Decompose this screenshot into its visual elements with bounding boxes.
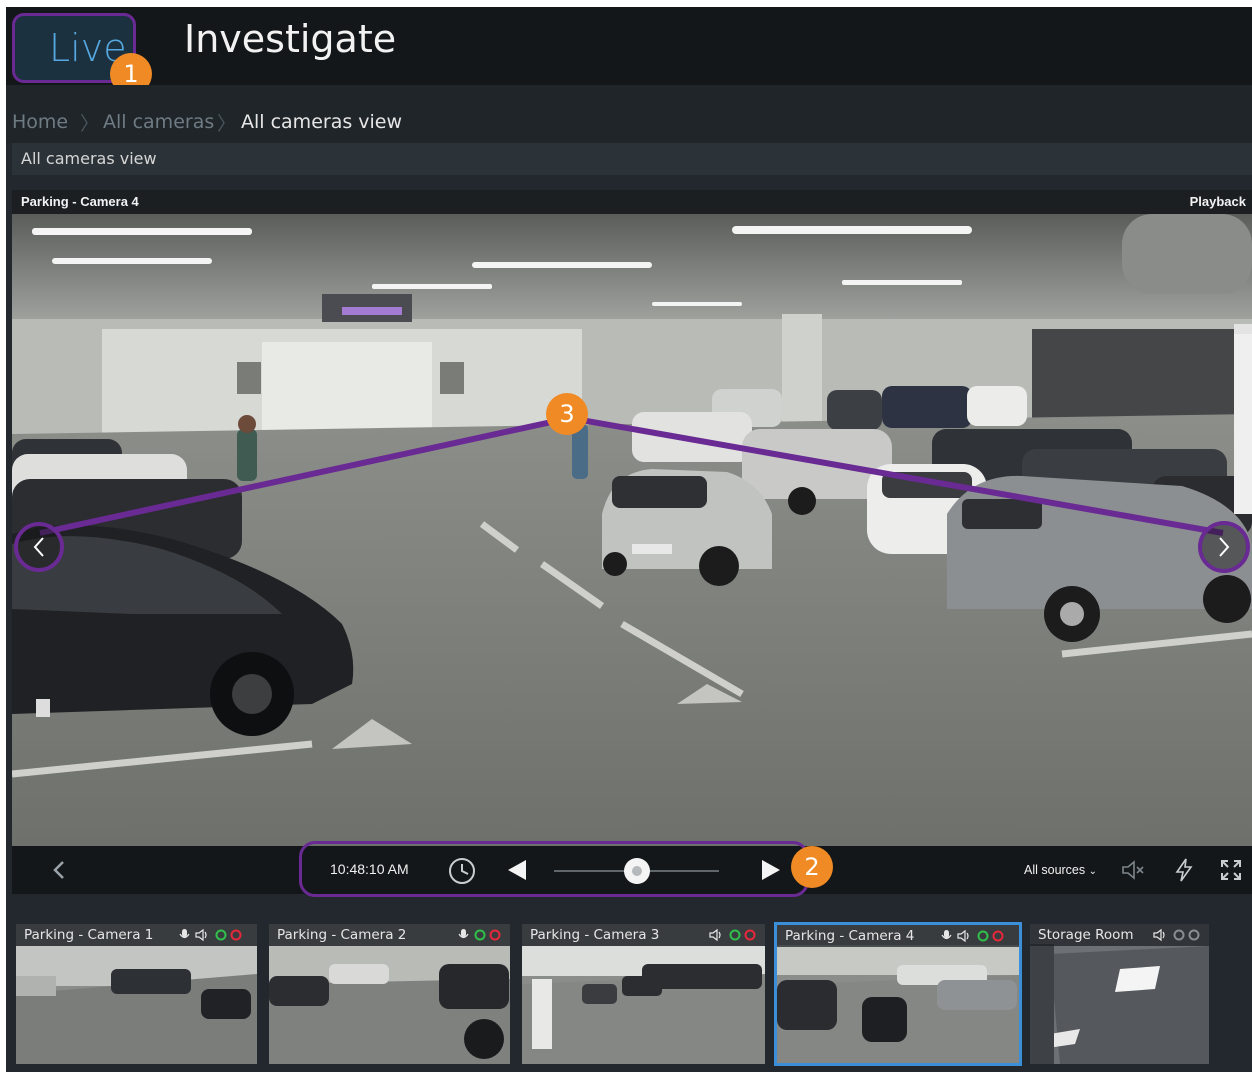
fullscreen-button[interactable] (1219, 858, 1243, 882)
chevron-left-icon (33, 537, 44, 557)
playback-speed-slider[interactable] (554, 858, 719, 884)
camera-thumbnail[interactable]: Parking - Camera 1 (16, 924, 257, 1064)
camera-header: Parking - Camera 4 Playback (12, 190, 1252, 214)
thumbnail-status-icons (179, 928, 242, 942)
breadcrumb-current: All cameras view (241, 111, 403, 133)
top-navigation: Live Investigate 1 (6, 7, 1252, 95)
chevron-right-icon (1219, 537, 1230, 557)
thumbnail-title: Parking - Camera 2 (277, 927, 407, 943)
mute-button[interactable] (1120, 858, 1146, 882)
sources-dropdown[interactable]: All sources ⌄ (1024, 863, 1097, 877)
thumbnail-status-icons (1153, 928, 1200, 942)
breadcrumb: Home 〉 All cameras 〉 All cameras view (6, 85, 1252, 143)
thumbnail-header: Parking - Camera 1 (16, 924, 257, 946)
callout-badge-2: 2 (791, 846, 833, 888)
callout-badge-3: 3 (546, 393, 588, 435)
play-reverse-icon (508, 860, 526, 880)
breadcrumb-home[interactable]: Home (12, 111, 68, 133)
thumbnail-header: Parking - Camera 4 (777, 925, 1019, 947)
previous-camera-button[interactable] (18, 526, 60, 568)
thumbnail-title: Parking - Camera 3 (530, 927, 660, 943)
camera-thumbnail-selected[interactable]: Parking - Camera 4 (774, 922, 1022, 1066)
playback-time: 10:48:10 AM (330, 861, 409, 877)
thumbnail-status-icons (709, 928, 756, 942)
chevron-down-icon: ⌄ (1088, 866, 1098, 877)
trigger-button[interactable] (1172, 857, 1196, 883)
sources-label: All sources (1024, 863, 1086, 877)
play-icon (762, 860, 780, 880)
speaker-muted-icon (1122, 860, 1144, 880)
breadcrumb-all-cameras[interactable]: All cameras (103, 111, 214, 133)
speaker-icon (1153, 928, 1165, 942)
camera-title: Parking - Camera 4 (21, 194, 139, 209)
mic-icon (179, 929, 190, 939)
app-window: Live Investigate 1 Home 〉 All cameras 〉 … (6, 7, 1252, 1072)
next-camera-button[interactable] (1203, 526, 1245, 568)
mic-icon (458, 929, 469, 939)
view-title-bar: All cameras view (12, 143, 1252, 175)
chevron-left-icon (53, 861, 64, 879)
slider-thumb-center (631, 866, 642, 876)
thumbnail-header: Storage Room (1030, 924, 1209, 946)
annotation-overlay (14, 414, 1250, 573)
thumbnail-title: Parking - Camera 1 (24, 927, 154, 943)
breadcrumb-chevron-icon: 〉 (80, 114, 100, 135)
thumbnail-status-icons (458, 929, 501, 941)
play-backward-button[interactable] (504, 857, 530, 883)
playback-control-bar: 10:48:10 AM 2 All sources ⌄ (12, 841, 1252, 897)
camera-thumbnail[interactable]: Storage Room (1030, 924, 1209, 1064)
fullscreen-icon (1221, 860, 1241, 880)
camera-thumbnail[interactable]: Parking - Camera 2 (269, 924, 510, 1064)
camera-thumbnail[interactable]: Parking - Camera 3 (522, 924, 765, 1064)
mic-icon (941, 930, 952, 940)
play-forward-button[interactable] (758, 857, 784, 883)
thumbnail-title: Storage Room (1038, 927, 1134, 943)
speaker-icon (957, 929, 969, 943)
thumbnail-header: Parking - Camera 2 (269, 924, 510, 946)
thumbnail-title: Parking - Camera 4 (785, 928, 915, 944)
time-picker-button[interactable] (447, 856, 477, 886)
thumbnail-header: Parking - Camera 3 (522, 924, 765, 946)
breadcrumb-chevron-icon: 〉 (217, 114, 237, 135)
back-button[interactable] (46, 856, 74, 884)
camera-video[interactable]: 3 (12, 214, 1252, 846)
slider-thumb[interactable] (623, 858, 650, 884)
clock-icon (449, 858, 475, 884)
tab-investigate[interactable]: Investigate (184, 17, 396, 61)
lightning-icon (1175, 858, 1193, 882)
view-title: All cameras view (21, 149, 157, 168)
playback-mode-label[interactable]: Playback (1190, 194, 1246, 209)
thumbnail-status-icons (941, 929, 1004, 943)
speaker-icon (195, 928, 207, 942)
speaker-icon (709, 928, 721, 942)
